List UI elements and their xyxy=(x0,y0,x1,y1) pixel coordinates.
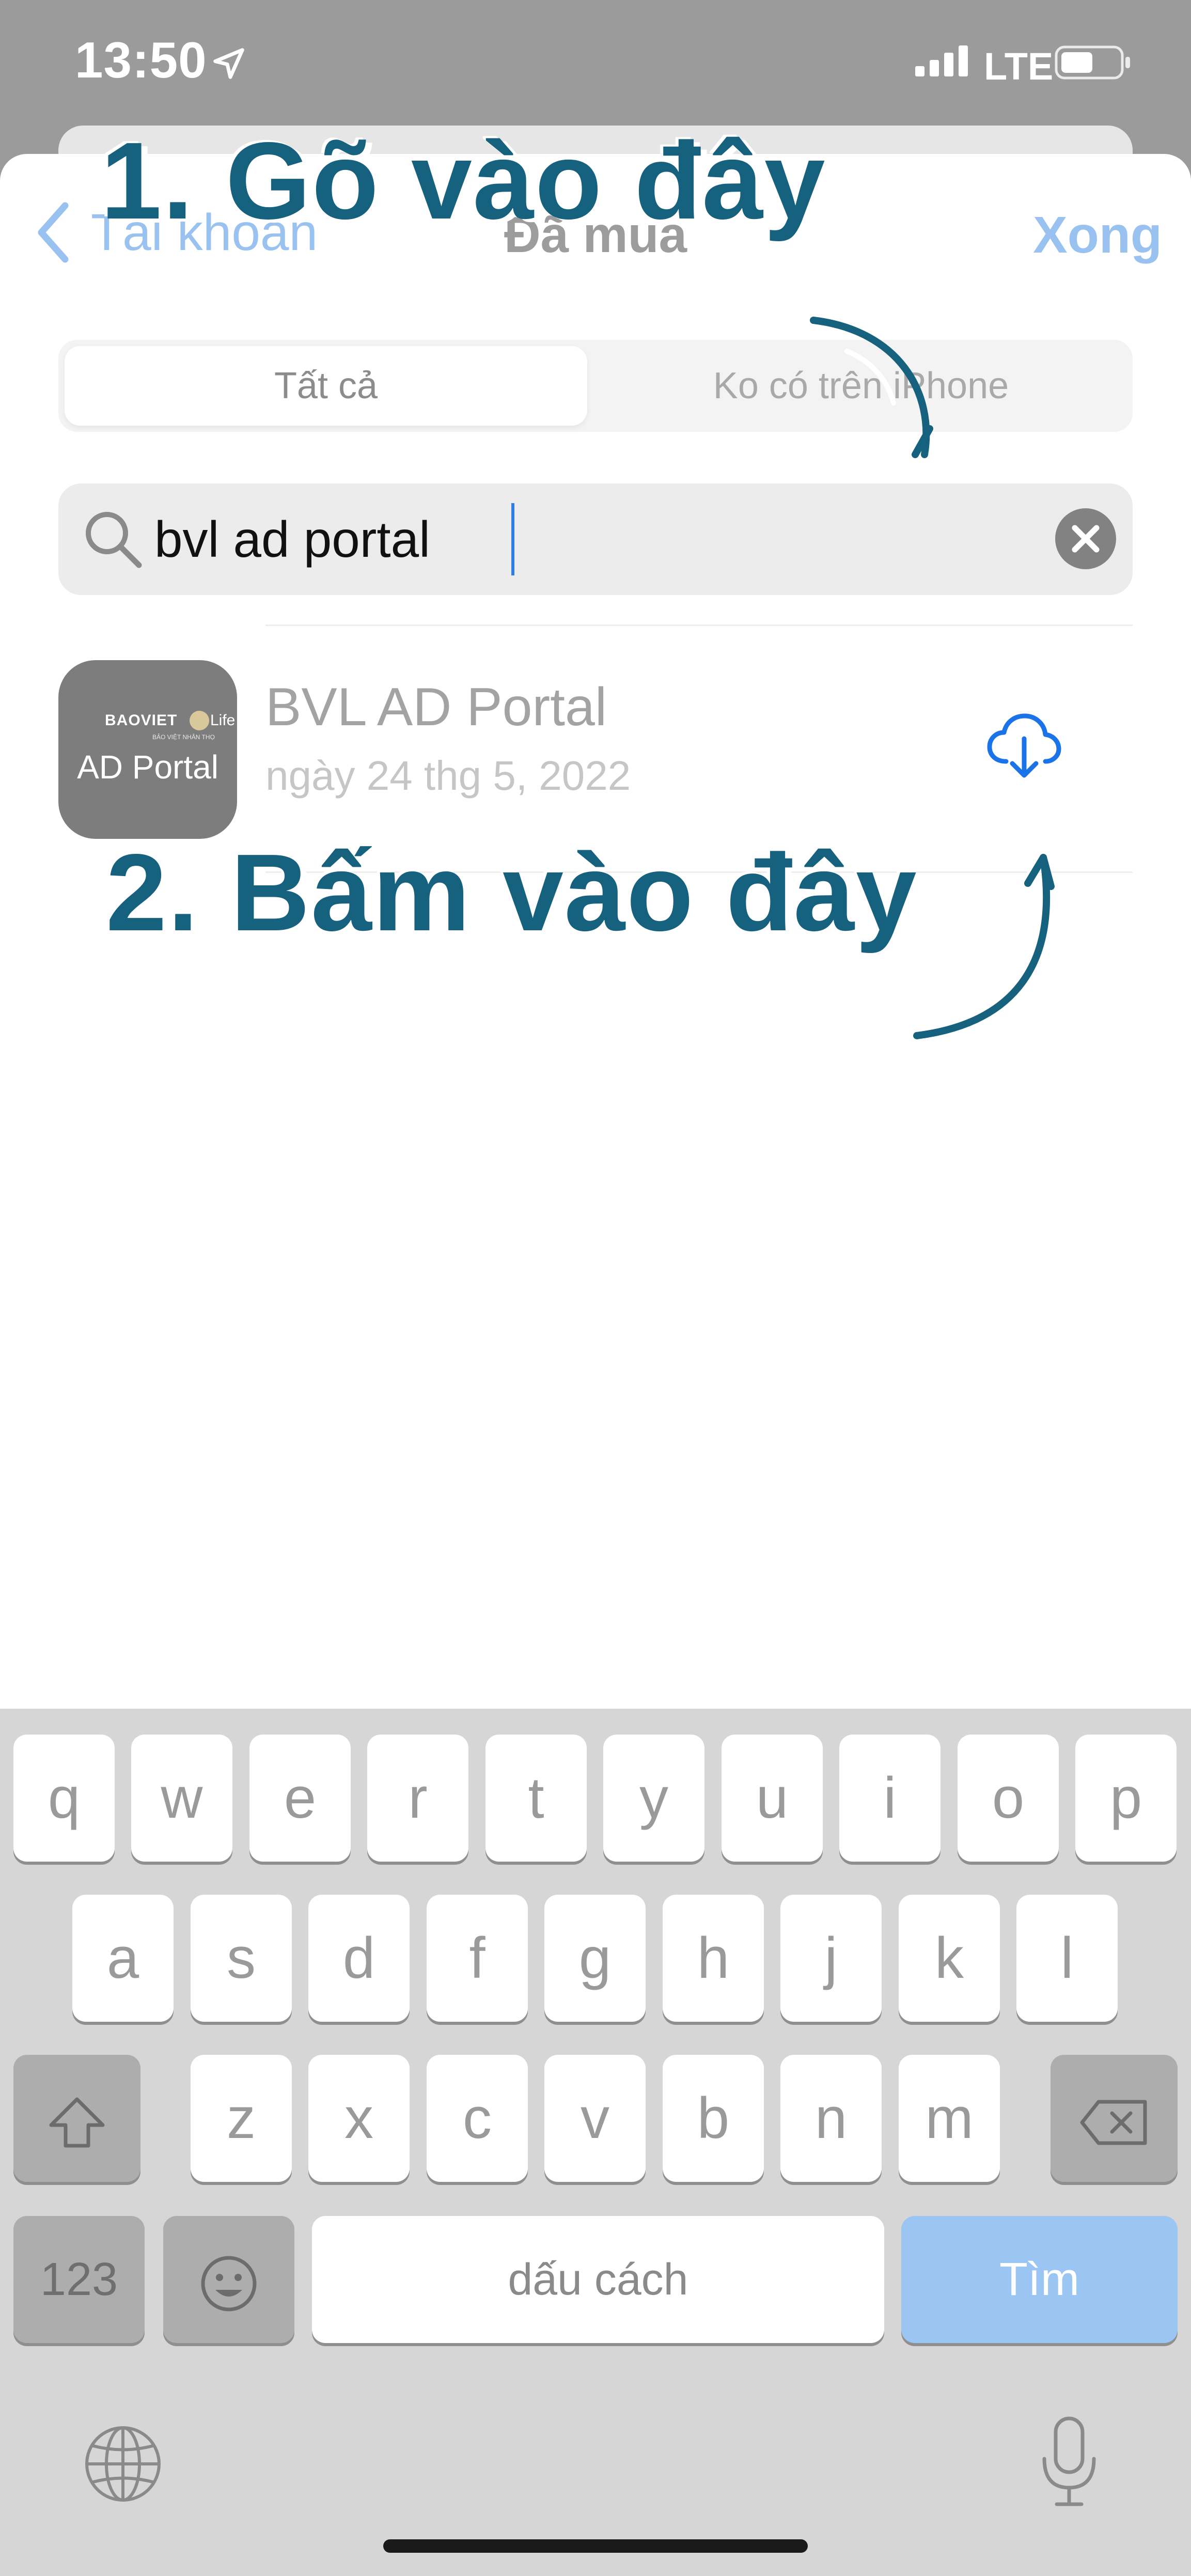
key-n[interactable]: n xyxy=(780,2055,882,2182)
key-d[interactable]: d xyxy=(308,1895,410,2022)
key-b[interactable]: b xyxy=(663,2055,764,2182)
microphone-icon[interactable] xyxy=(1038,2415,1100,2511)
key-t[interactable]: t xyxy=(485,1735,587,1862)
keyboard: q w e r t y u i o p a s d f g h j k l z … xyxy=(0,1709,1191,2576)
key-m[interactable]: m xyxy=(899,2055,1000,2182)
key-k[interactable]: k xyxy=(899,1895,1000,2022)
key-x[interactable]: x xyxy=(308,2055,410,2182)
key-a[interactable]: a xyxy=(72,1895,174,2022)
key-p[interactable]: p xyxy=(1075,1735,1177,1862)
search-key[interactable]: Tìm xyxy=(901,2216,1178,2343)
backspace-icon xyxy=(1080,2100,1147,2145)
key-u[interactable]: u xyxy=(722,1735,823,1862)
key-l[interactable]: l xyxy=(1016,1895,1118,2022)
key-c[interactable]: c xyxy=(427,2055,528,2182)
emoji-key[interactable] xyxy=(163,2216,294,2343)
key-q[interactable]: q xyxy=(13,1735,115,1862)
key-g[interactable]: g xyxy=(544,1895,646,2022)
shift-icon xyxy=(49,2097,105,2148)
key-e[interactable]: e xyxy=(249,1735,351,1862)
key-j[interactable]: j xyxy=(780,1895,882,2022)
delete-key[interactable] xyxy=(1051,2055,1178,2182)
key-f[interactable]: f xyxy=(427,1895,528,2022)
key-o[interactable]: o xyxy=(958,1735,1059,1862)
key-z[interactable]: z xyxy=(191,2055,292,2182)
key-v[interactable]: v xyxy=(544,2055,646,2182)
key-s[interactable]: s xyxy=(191,1895,292,2022)
shift-key[interactable] xyxy=(13,2055,140,2182)
key-h[interactable]: h xyxy=(663,1895,764,2022)
key-i[interactable]: i xyxy=(839,1735,941,1862)
annotation-arrows xyxy=(810,317,1055,1039)
home-indicator[interactable] xyxy=(383,2539,808,2553)
space-key[interactable]: dấu cách xyxy=(312,2216,884,2343)
key-r[interactable]: r xyxy=(367,1735,468,1862)
key-w[interactable]: w xyxy=(131,1735,232,1862)
key-y[interactable]: y xyxy=(603,1735,704,1862)
emoji-icon xyxy=(201,2256,257,2312)
numbers-key[interactable]: 123 xyxy=(13,2216,145,2343)
globe-icon[interactable] xyxy=(82,2423,164,2508)
